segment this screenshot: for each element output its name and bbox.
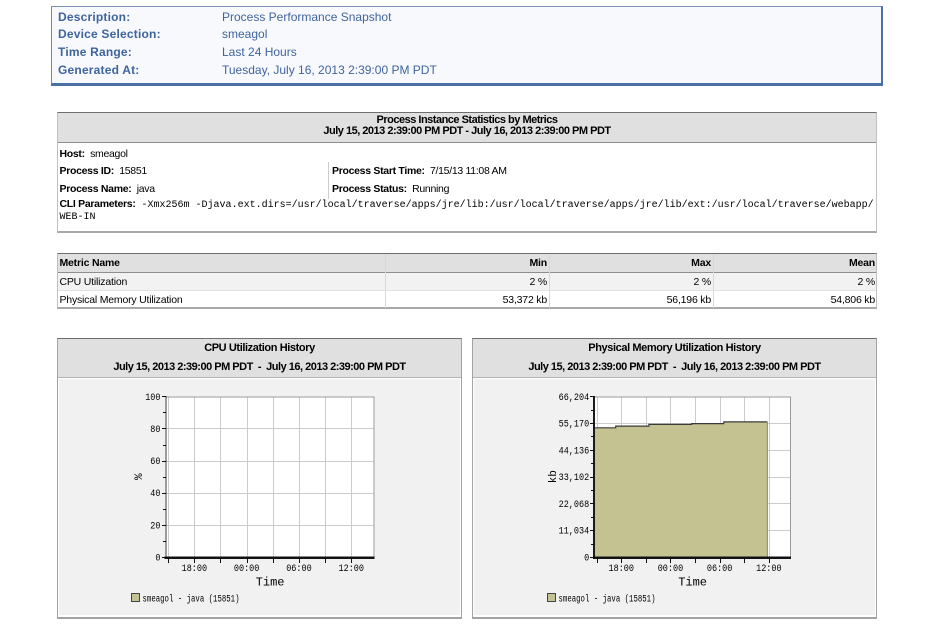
svg-text:20: 20 [150,521,160,532]
svg-text:100: 100 [145,393,160,404]
svg-text:smeagol - java (15851): smeagol - java (15851) [143,594,240,606]
svg-text:40: 40 [150,489,160,500]
svg-text:12:00: 12:00 [339,564,365,575]
svg-text:33,102: 33,102 [559,473,590,484]
svg-text:Time: Time [678,576,707,590]
svg-text:00:00: 00:00 [658,564,684,575]
svg-text:44,136: 44,136 [559,446,590,457]
svg-text:0: 0 [155,554,160,565]
svg-text:0: 0 [584,554,589,565]
svg-text:66,204: 66,204 [559,393,590,404]
svg-text:18:00: 18:00 [182,564,208,575]
svg-text:%: % [134,473,146,480]
svg-text:smeagol - java (15851): smeagol - java (15851) [559,594,656,606]
svg-text:06:00: 06:00 [707,564,733,575]
svg-text:06:00: 06:00 [286,564,312,575]
svg-text:11,034: 11,034 [559,527,590,538]
svg-text:kb: kb [548,470,560,483]
svg-text:18:00: 18:00 [609,564,635,575]
svg-text:80: 80 [150,425,160,436]
svg-text:22,068: 22,068 [559,500,590,511]
svg-text:60: 60 [150,457,160,468]
svg-text:55,170: 55,170 [559,420,590,431]
svg-text:Time: Time [256,576,285,590]
svg-text:00:00: 00:00 [234,564,260,575]
svg-text:12:00: 12:00 [756,564,782,575]
